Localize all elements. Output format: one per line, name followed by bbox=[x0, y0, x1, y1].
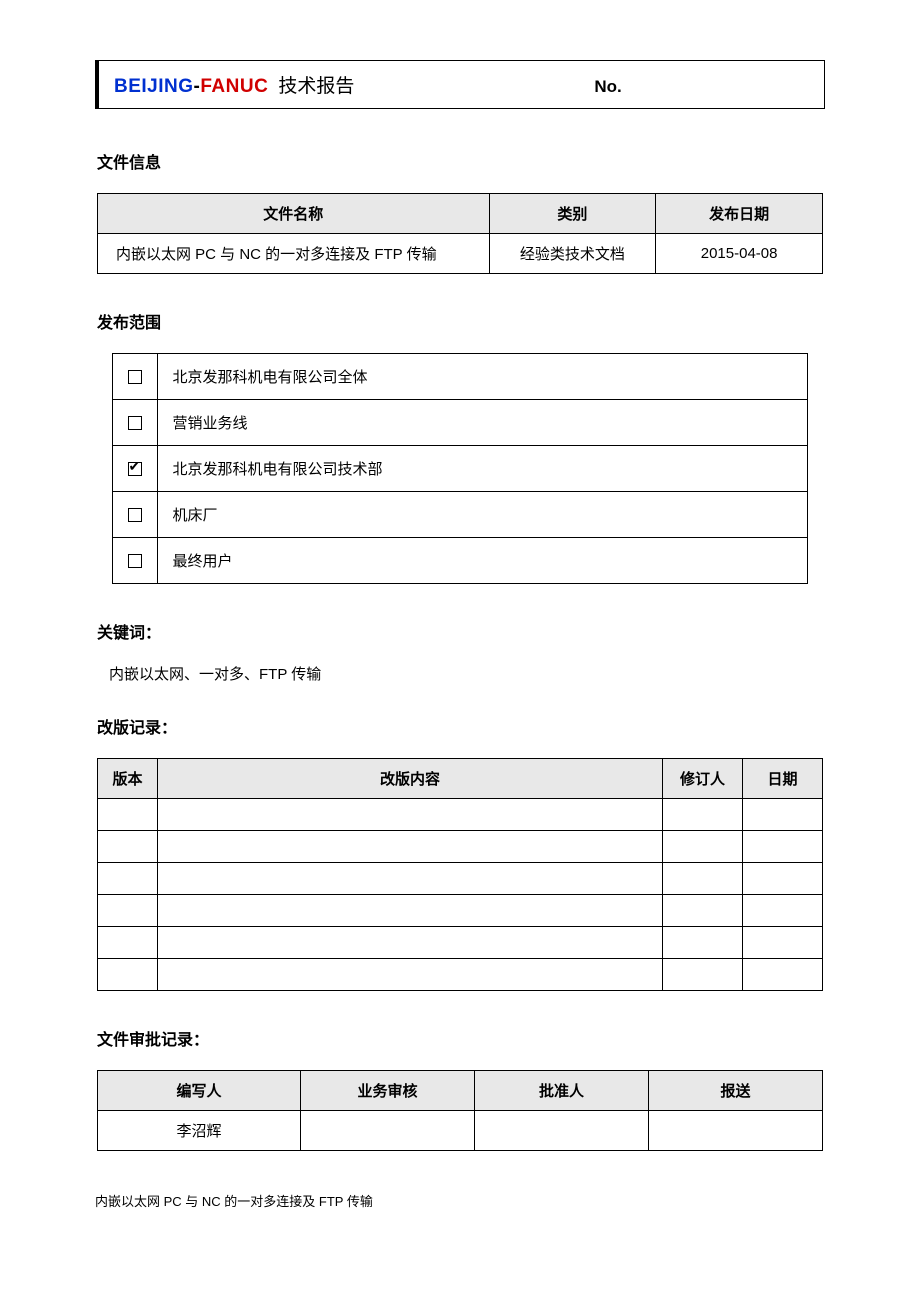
table-row bbox=[98, 799, 823, 831]
revision-table: 版本 改版内容 修订人 日期 bbox=[97, 758, 823, 991]
th-author: 编写人 bbox=[98, 1071, 301, 1111]
td-content bbox=[158, 959, 663, 991]
td-category: 经验类技术文档 bbox=[489, 234, 656, 274]
td-date bbox=[743, 895, 823, 927]
table-row: 北京发那科机电有限公司技术部 bbox=[112, 446, 808, 492]
td-date bbox=[743, 831, 823, 863]
th-cc: 报送 bbox=[649, 1071, 823, 1111]
checkbox-unchecked-icon bbox=[128, 416, 142, 430]
td-reviser bbox=[663, 799, 743, 831]
checkbox-unchecked-icon bbox=[128, 508, 142, 522]
table-row: 最终用户 bbox=[112, 538, 808, 584]
table-row bbox=[98, 927, 823, 959]
table-row: 李沼辉 bbox=[98, 1111, 823, 1151]
no-label: No. bbox=[594, 77, 621, 97]
td-content bbox=[158, 927, 663, 959]
brand-logo: BEIJING-FANUC bbox=[114, 76, 268, 98]
scope-label: 营销业务线 bbox=[157, 400, 808, 446]
td-version bbox=[98, 831, 158, 863]
section-keywords: 关键词： bbox=[97, 619, 823, 643]
td-date bbox=[743, 927, 823, 959]
report-label: 技术报告 bbox=[278, 71, 354, 98]
td-author: 李沼辉 bbox=[98, 1111, 301, 1151]
td-content bbox=[158, 799, 663, 831]
td-date bbox=[743, 959, 823, 991]
scope-checkbox-cell bbox=[112, 492, 157, 538]
table-row bbox=[98, 959, 823, 991]
table-row: 北京发那科机电有限公司全体 bbox=[112, 354, 808, 400]
scope-table: 北京发那科机电有限公司全体营销业务线北京发那科机电有限公司技术部机床厂最终用户 bbox=[112, 353, 809, 584]
td-date bbox=[743, 799, 823, 831]
scope-label: 机床厂 bbox=[157, 492, 808, 538]
table-row bbox=[98, 895, 823, 927]
checkbox-unchecked-icon bbox=[128, 370, 142, 384]
td-version bbox=[98, 927, 158, 959]
table-row: 营销业务线 bbox=[112, 400, 808, 446]
th-content: 改版内容 bbox=[158, 759, 663, 799]
page-footer: 内嵌以太网 PC 与 NC 的一对多连接及 FTP 传输 bbox=[95, 1191, 825, 1210]
checkbox-unchecked-icon bbox=[128, 554, 142, 568]
th-file-name: 文件名称 bbox=[98, 194, 490, 234]
scope-checkbox-cell bbox=[112, 400, 157, 446]
scope-checkbox-cell bbox=[112, 354, 157, 400]
td-reviser bbox=[663, 895, 743, 927]
approval-table: 编写人 业务审核 批准人 报送 李沼辉 bbox=[97, 1070, 823, 1151]
td-date: 2015-04-08 bbox=[656, 234, 823, 274]
td-reviser bbox=[663, 927, 743, 959]
td-approver bbox=[475, 1111, 649, 1151]
th-version: 版本 bbox=[98, 759, 158, 799]
td-cc bbox=[649, 1111, 823, 1151]
td-version bbox=[98, 895, 158, 927]
section-approval: 文件审批记录： bbox=[97, 1026, 823, 1050]
file-info-table: 文件名称 类别 发布日期 内嵌以太网 PC 与 NC 的一对多连接及 FTP 传… bbox=[97, 193, 823, 274]
td-content bbox=[158, 863, 663, 895]
td-version bbox=[98, 863, 158, 895]
table-row: 内嵌以太网 PC 与 NC 的一对多连接及 FTP 传输 经验类技术文档 201… bbox=[98, 234, 823, 274]
scope-label: 最终用户 bbox=[157, 538, 808, 584]
th-approver: 批准人 bbox=[475, 1071, 649, 1111]
td-version bbox=[98, 959, 158, 991]
scope-checkbox-cell bbox=[112, 538, 157, 584]
section-scope: 发布范围 bbox=[97, 309, 823, 333]
td-file-name: 内嵌以太网 PC 与 NC 的一对多连接及 FTP 传输 bbox=[98, 234, 490, 274]
th-rev-date: 日期 bbox=[743, 759, 823, 799]
td-reviser bbox=[663, 959, 743, 991]
th-review: 业务审核 bbox=[301, 1071, 475, 1111]
brand-beijing: BEIJING bbox=[114, 76, 194, 97]
scope-checkbox-cell bbox=[112, 446, 157, 492]
section-file-info: 文件信息 bbox=[97, 149, 823, 173]
table-row: 机床厂 bbox=[112, 492, 808, 538]
table-row bbox=[98, 863, 823, 895]
th-category: 类别 bbox=[489, 194, 656, 234]
scope-label: 北京发那科机电有限公司技术部 bbox=[157, 446, 808, 492]
scope-label: 北京发那科机电有限公司全体 bbox=[157, 354, 808, 400]
checkbox-checked-icon bbox=[128, 462, 142, 476]
brand-fanuc: FANUC bbox=[200, 76, 268, 97]
td-reviser bbox=[663, 863, 743, 895]
th-date: 发布日期 bbox=[656, 194, 823, 234]
td-date bbox=[743, 863, 823, 895]
td-reviser bbox=[663, 831, 743, 863]
th-reviser: 修订人 bbox=[663, 759, 743, 799]
document-header: BEIJING-FANUC 技术报告 No. bbox=[95, 60, 825, 109]
td-content bbox=[158, 895, 663, 927]
td-content bbox=[158, 831, 663, 863]
section-revision: 改版记录： bbox=[97, 714, 823, 738]
td-review bbox=[301, 1111, 475, 1151]
td-version bbox=[98, 799, 158, 831]
keywords-text: 内嵌以太网、一对多、FTP 传输 bbox=[109, 663, 823, 684]
table-row bbox=[98, 831, 823, 863]
